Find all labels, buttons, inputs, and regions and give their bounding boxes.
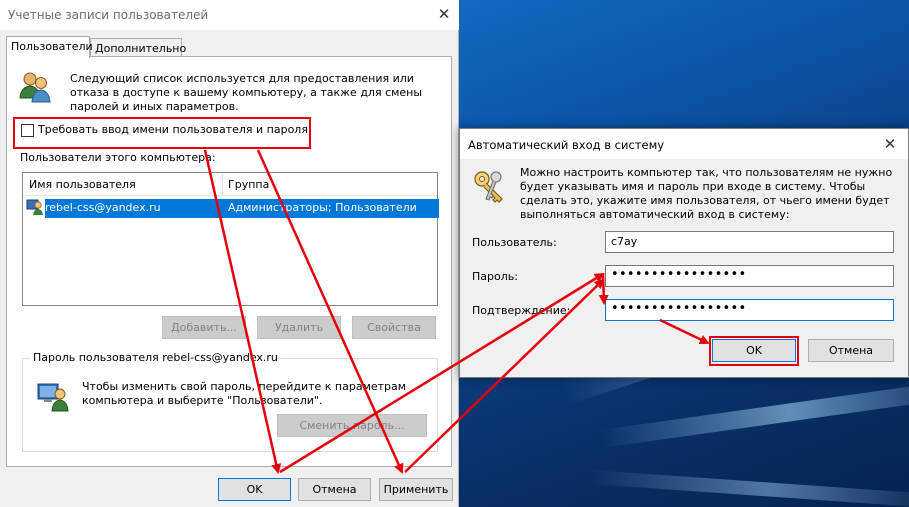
user-row-icon <box>26 199 43 215</box>
dialog-description: Можно настроить компьютер так, что польз… <box>520 166 893 221</box>
column-group[interactable]: Группа <box>228 178 269 191</box>
ok-button[interactable]: OK <box>218 478 291 501</box>
row-group: Администраторы; Пользователи <box>228 201 417 214</box>
password-group-title: Пароль пользователя rebel-css@yandex.ru <box>30 351 281 364</box>
keys-icon <box>474 171 503 203</box>
properties-button[interactable]: Свойства <box>352 316 436 339</box>
password-input[interactable]: ••••••••••••••••• <box>605 265 894 287</box>
password-group-text: Чтобы изменить свой пароль, перейдите к … <box>82 380 407 407</box>
tab-users-label: Пользователи <box>11 40 93 53</box>
change-password-button[interactable]: Сменить пароль... <box>277 414 427 437</box>
users-list-header: Имя пользователя Группа <box>23 173 437 196</box>
user-input[interactable]: c7ay <box>605 231 894 253</box>
description-text: Следующий список используется для предос… <box>70 72 423 113</box>
highlight-checkbox-box <box>13 117 311 149</box>
autologin-dialog: Автоматический вход в систему ✕ Можно на… <box>459 128 909 378</box>
confirm-input[interactable]: ••••••••••••••••• <box>605 299 894 321</box>
table-row[interactable]: rebel-css@yandex.ru Администраторы; Поль… <box>45 199 439 218</box>
dialog-title: Автоматический вход в систему <box>468 138 665 152</box>
user-password-icon <box>37 383 69 412</box>
password-label: Пароль: <box>472 270 518 283</box>
close-icon[interactable]: ✕ <box>880 134 900 154</box>
tab-advanced[interactable]: Дополнительно <box>90 38 186 58</box>
title-bar: Учетные записи пользователей ✕ <box>0 0 459 30</box>
user-accounts-window: Учетные записи пользователей ✕ Пользоват… <box>0 0 459 507</box>
tab-users[interactable]: Пользователи <box>6 36 93 58</box>
users-icon <box>19 72 51 103</box>
user-label: Пользователь: <box>472 236 557 249</box>
tab-advanced-label: Дополнительно <box>95 42 187 55</box>
remove-button[interactable]: Удалить <box>257 316 341 339</box>
close-icon[interactable]: ✕ <box>434 4 454 24</box>
highlight-ok-box <box>709 336 799 366</box>
dialog-cancel-button[interactable]: Отмена <box>808 339 894 362</box>
apply-button[interactable]: Применить <box>379 478 453 501</box>
window-title: Учетные записи пользователей <box>8 8 209 22</box>
add-button[interactable]: Добавить... <box>162 316 246 339</box>
users-section-label: Пользователи этого компьютера: <box>20 151 216 164</box>
row-username: rebel-css@yandex.ru <box>45 201 161 214</box>
confirm-label: Подтверждение: <box>472 304 571 317</box>
cancel-button[interactable]: Отмена <box>298 478 371 501</box>
dialog-title-bar: Автоматический вход в систему ✕ <box>460 129 908 159</box>
users-list[interactable]: Имя пользователя Группа rebel-css@yandex… <box>22 172 439 306</box>
column-username[interactable]: Имя пользователя <box>29 178 136 191</box>
